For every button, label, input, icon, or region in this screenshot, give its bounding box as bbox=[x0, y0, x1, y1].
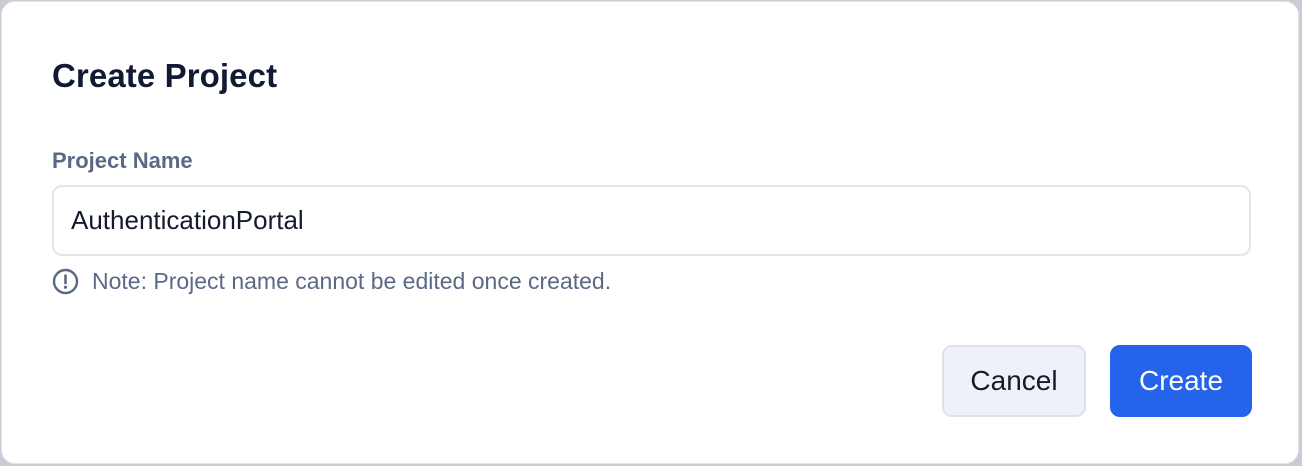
project-name-input[interactable] bbox=[52, 185, 1251, 256]
cancel-button[interactable]: Cancel bbox=[942, 345, 1086, 417]
note-text: Note: Project name cannot be edited once… bbox=[92, 268, 612, 294]
info-circle-icon bbox=[52, 268, 79, 295]
create-project-dialog: Create Project Project Name Note: Projec… bbox=[1, 1, 1299, 464]
dialog-title: Create Project bbox=[52, 57, 278, 94]
project-name-note: Note: Project name cannot be edited once… bbox=[52, 266, 611, 296]
project-name-label: Project Name bbox=[52, 148, 193, 173]
create-button[interactable]: Create bbox=[1110, 345, 1252, 417]
